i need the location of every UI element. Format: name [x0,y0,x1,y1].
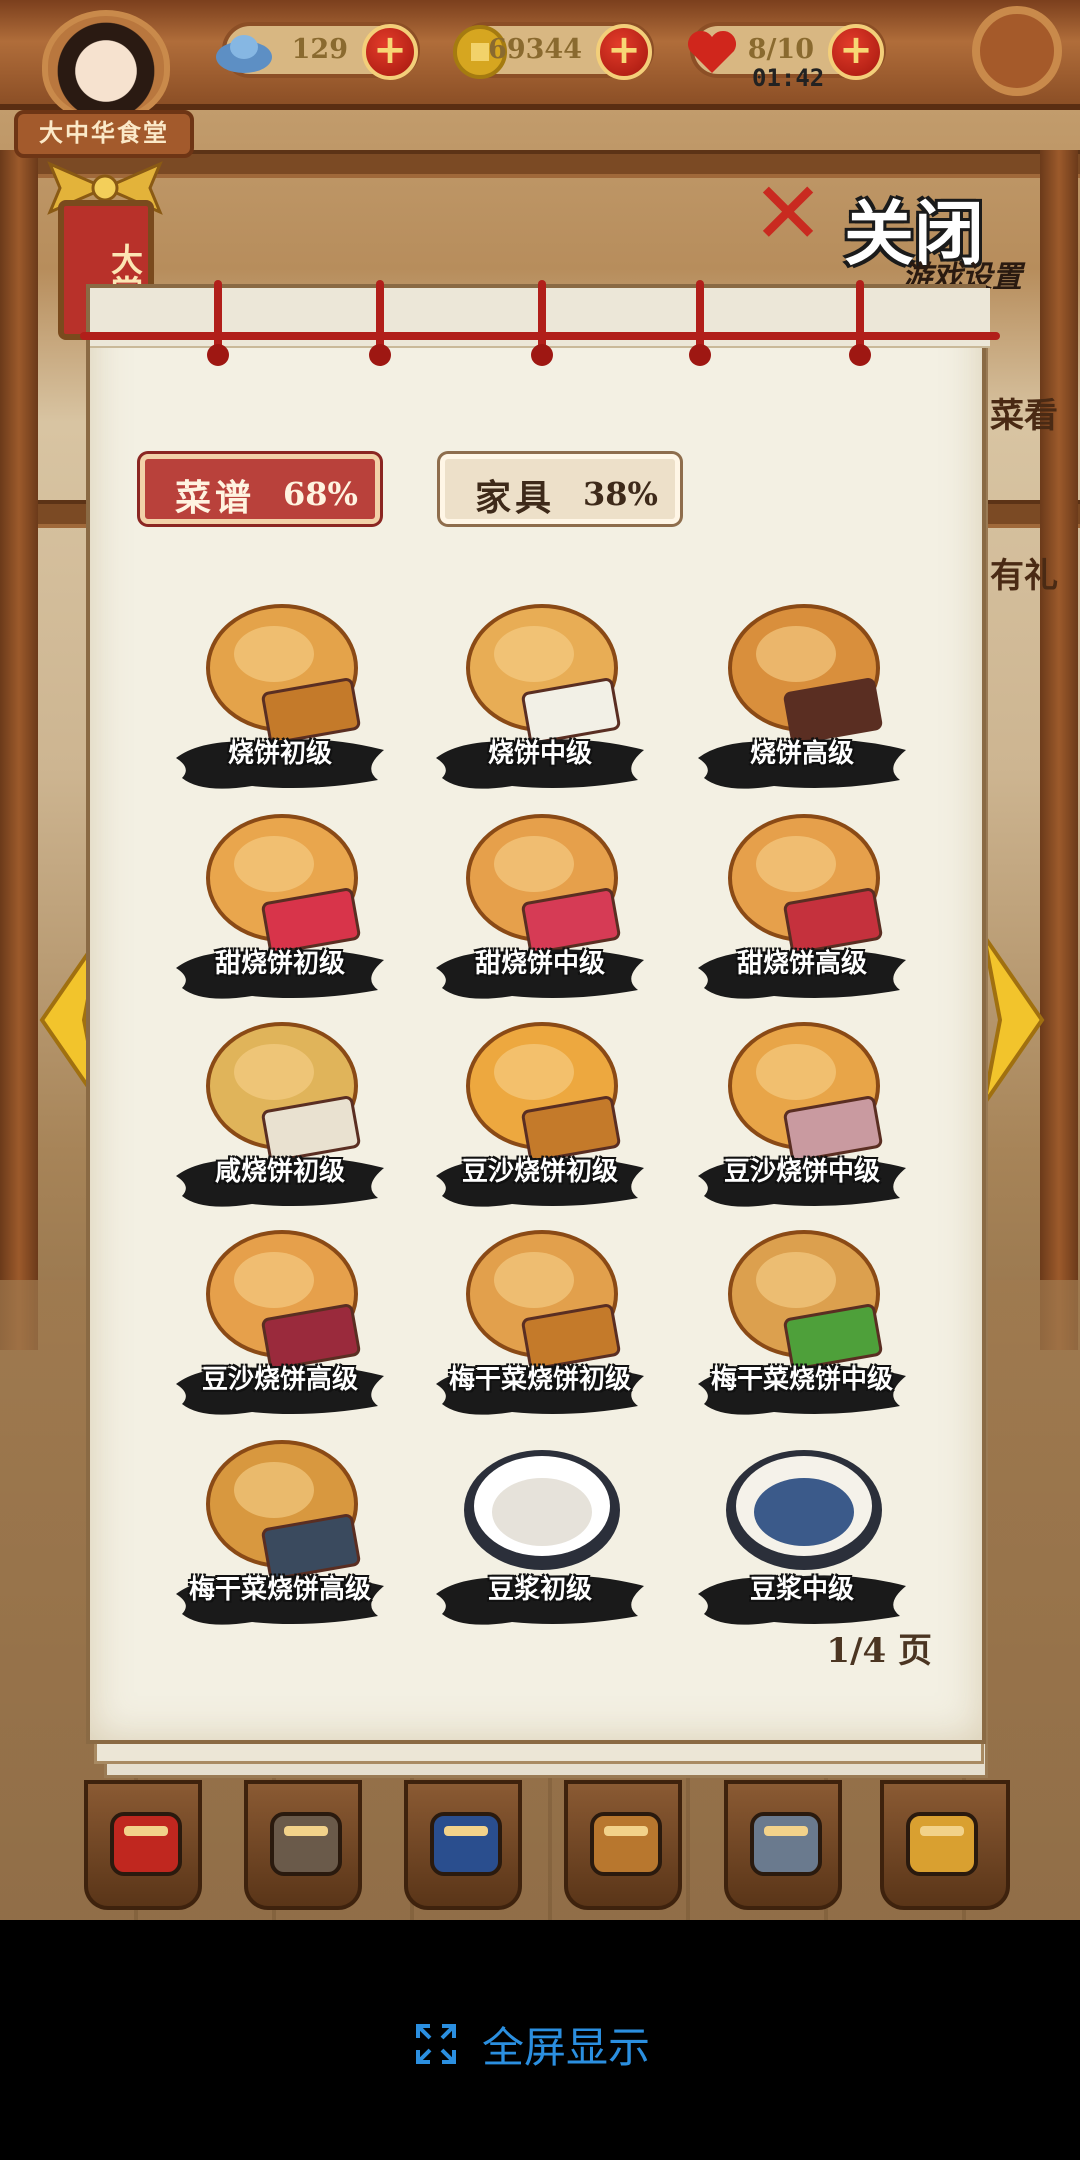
heart-value: 8/10 [747,34,814,65]
recipe-label: 豆浆初级 [487,1575,592,1605]
tab-percent: 38% [583,475,658,513]
toolbar-button[interactable] [564,1780,682,1910]
close-button[interactable]: ✕ 关闭 [752,164,992,275]
notebook-page: 菜谱 68% 家具 38% 烧饼初级 烧饼中级 烧饼高级 甜烧饼初级 甜烧饼中级… [86,284,990,1744]
binder-ring [849,280,871,366]
side-peek-label: 有礼 [990,556,1058,596]
recipe-item[interactable]: 烧饼初级 [176,598,384,798]
background-pillar [1040,150,1078,1350]
sesame-cake-icon [728,604,883,744]
recipe-item[interactable]: 甜烧饼高级 [698,808,906,1008]
recipe-item[interactable]: 梅干菜烧饼高级 [176,1434,384,1634]
recipe-item[interactable]: 咸烧饼初级 [176,1016,384,1216]
game-screen: 129 + 69344 + 8/10 + 01:42 大中华食堂 大赏 ✕ 关闭… [0,0,1080,1920]
toolbar-button[interactable] [84,1780,202,1910]
food-box-icon [110,1812,182,1876]
tab-label: 菜谱 [175,477,256,519]
sesame-cake-icon [728,814,883,954]
binder-ring [531,280,553,366]
sesame-cake-icon [728,1022,883,1162]
tab-recipes[interactable]: 菜谱 68% [140,454,380,524]
system-bar: 全屏显示 [0,1920,1080,2160]
sesame-cake-icon [728,1230,883,1370]
heart-icon [682,22,742,82]
binder-ring [689,280,711,366]
recipe-item[interactable]: 甜烧饼初级 [176,808,384,1008]
recipe-item[interactable]: 豆沙烧饼初级 [436,1016,644,1216]
sesame-cake-icon [206,1440,361,1580]
recipe-item[interactable]: 梅干菜烧饼中级 [698,1224,906,1424]
chef-icon [750,1812,822,1876]
hammer-icon [270,1812,342,1876]
recipe-book-icon [430,1812,502,1876]
add-silver-button[interactable]: + [362,24,418,80]
recipe-item[interactable]: 豆浆初级 [436,1434,644,1634]
fullscreen-label: 全屏显示 [482,2022,651,2072]
soy-milk-bowl-icon [464,1450,620,1570]
sesame-cake-icon [206,814,361,954]
collection-notebook: 菜谱 68% 家具 38% 烧饼初级 烧饼中级 烧饼高级 甜烧饼初级 甜烧饼中级… [80,280,1000,1778]
add-gold-button[interactable]: + [596,24,652,80]
recipe-label: 梅干菜烧饼初级 [448,1365,631,1395]
toolbar-button[interactable] [404,1780,522,1910]
add-heart-button[interactable]: + [828,24,884,80]
recipe-item[interactable]: 豆浆中级 [698,1434,906,1634]
sesame-cake-icon [466,604,621,744]
recipe-label: 豆沙烧饼初级 [461,1157,618,1187]
recipe-label: 豆沙烧饼高级 [201,1365,358,1395]
recipe-item[interactable]: 烧饼高级 [698,598,906,798]
binder-ring [369,280,391,366]
recipe-label: 烧饼初级 [227,739,332,769]
close-icon: ✕ [752,164,825,264]
soy-milk-bowl-icon [726,1450,882,1570]
sesame-cake-icon [206,1230,361,1370]
tab-furniture[interactable]: 家具 38% [440,454,680,524]
player-avatar[interactable] [42,10,170,122]
restaurant-name: 大中华食堂 [14,110,194,158]
silver-value: 129 [291,34,348,65]
wok-icon [906,1812,978,1876]
bottom-toolbar [0,1780,1080,1920]
recipe-item[interactable]: 豆沙烧饼中级 [698,1016,906,1216]
recipe-label: 豆沙烧饼中级 [723,1157,880,1187]
recipe-label: 梅干菜烧饼高级 [188,1575,371,1605]
gold-counter: 69344 + [453,22,654,80]
tab-label: 家具 [475,477,556,519]
toolbar-button[interactable] [724,1780,842,1910]
pot-icon [590,1812,662,1876]
heart-refill-timer: 01:42 [752,64,825,92]
sesame-cake-icon [466,814,621,954]
recipe-label: 咸烧饼初级 [214,1157,345,1187]
recipe-label: 甜烧饼中级 [474,949,605,979]
sesame-cake-icon [206,604,361,744]
toolbar-button[interactable] [244,1780,362,1910]
tab-percent: 68% [283,475,358,513]
recipe-item[interactable]: 甜烧饼中级 [436,808,644,1008]
recipe-label: 甜烧饼高级 [736,949,867,979]
sesame-cake-icon [466,1022,621,1162]
sesame-cake-icon [206,1022,361,1162]
fullscreen-button[interactable]: 全屏显示 [414,2016,650,2072]
binder-ring [207,280,229,366]
page-indicator: 1/4 页 [826,1631,932,1671]
recipe-item[interactable]: 烧饼中级 [436,598,644,798]
silver-counter: 129 + [216,22,420,80]
recipe-label: 甜烧饼初级 [214,949,345,979]
recipe-label: 豆浆中级 [749,1575,854,1605]
gold-value: 69344 [488,34,582,65]
decor-scroll [972,6,1062,96]
toolbar-button[interactable] [880,1780,1010,1910]
recipe-item[interactable]: 豆沙烧饼高级 [176,1224,384,1424]
background-pillar [0,150,38,1350]
recipe-label: 梅干菜烧饼中级 [710,1365,893,1395]
recipe-label: 烧饼中级 [487,739,592,769]
side-peek-label: 菜看 [990,396,1058,436]
recipe-label: 烧饼高级 [749,739,854,769]
expand-icon [416,2024,456,2064]
silver-ingot-icon [214,22,274,82]
recipe-item[interactable]: 梅干菜烧饼初级 [436,1224,644,1424]
sesame-cake-icon [466,1230,621,1370]
